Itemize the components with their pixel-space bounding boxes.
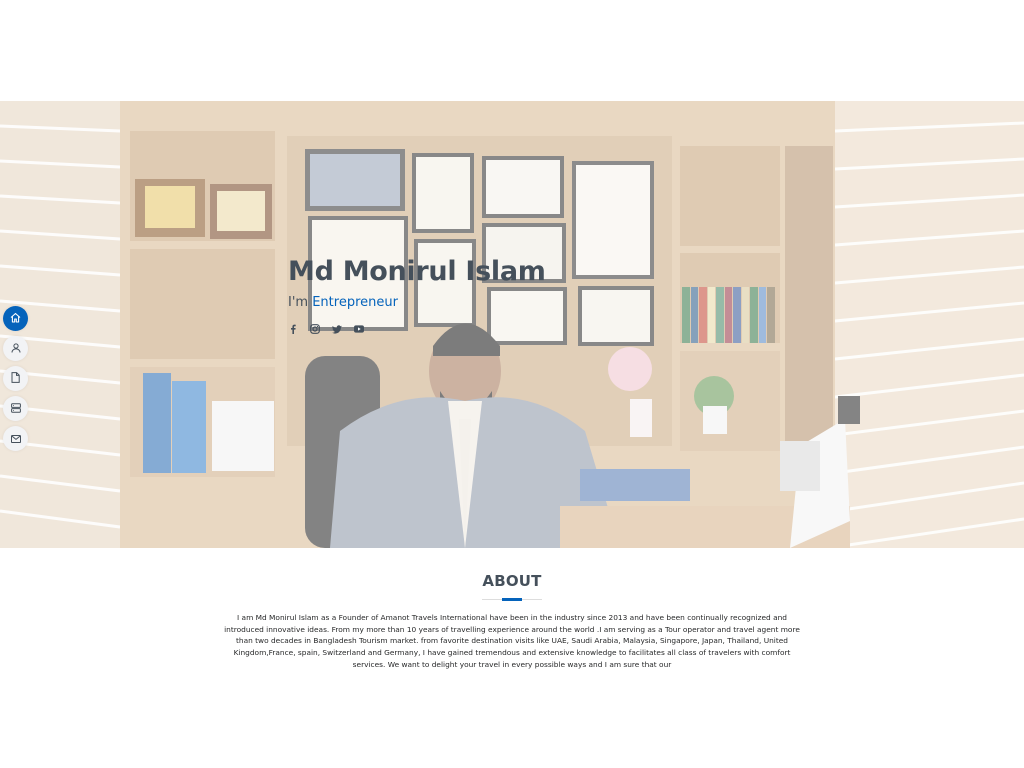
hero-content: Md Monirul Islam I'm Entrepreneur [288, 256, 546, 334]
nav-home-button[interactable] [3, 306, 28, 331]
hero-typed-role: Entrepreneur [312, 295, 398, 310]
nav-resume-button[interactable] [3, 366, 28, 391]
server-icon [10, 400, 21, 418]
youtube-icon[interactable] [354, 324, 364, 334]
hero-name: Md Monirul Islam [288, 256, 546, 287]
envelope-icon [10, 430, 21, 448]
instagram-icon[interactable] [310, 324, 320, 334]
side-navigation [3, 306, 28, 451]
facebook-icon[interactable] [288, 324, 298, 334]
nav-about-button[interactable] [3, 336, 28, 361]
home-icon [10, 310, 21, 328]
nav-contact-button[interactable] [3, 426, 28, 451]
nav-services-button[interactable] [3, 396, 28, 421]
hero-subtitle: I'm Entrepreneur [288, 295, 546, 310]
about-section: ABOUT I am Md Monirul Islam as a Founder… [0, 572, 1024, 671]
about-text: I am Md Monirul Islam as a Founder of Am… [224, 613, 800, 669]
hero-subtitle-prefix: I'm [288, 295, 313, 310]
file-icon [11, 370, 20, 388]
hero-section: Md Monirul Islam I'm Entrepreneur [0, 101, 1024, 548]
about-title-underline [482, 598, 542, 601]
twitter-icon[interactable] [332, 324, 342, 334]
about-title: ABOUT [482, 572, 542, 590]
social-links [288, 324, 546, 334]
user-icon [11, 340, 21, 358]
